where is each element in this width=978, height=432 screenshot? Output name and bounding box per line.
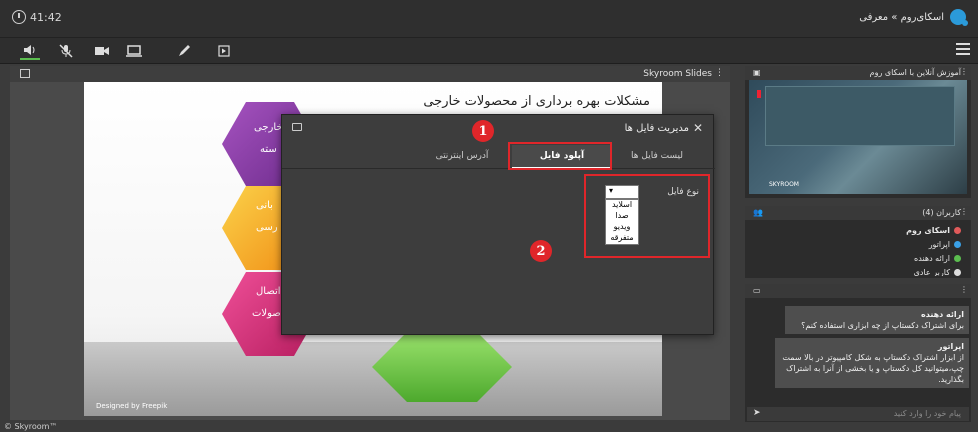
user-item[interactable]: کاربر عادی [914, 268, 961, 276]
send-icon[interactable]: ➤ [753, 408, 761, 418]
video-watermark: SKYROOM [769, 181, 799, 188]
users-icon: 👥 [753, 208, 763, 217]
fullscreen-icon[interactable] [20, 69, 30, 78]
speaker-icon[interactable] [20, 42, 40, 60]
slide-floor [84, 342, 662, 416]
message-sender: ارائه دهنده [921, 310, 964, 319]
session-timer: 41:42 [12, 10, 62, 24]
users-panel: 👥 کاربران (4) ⋮ اسکای روم اپراتور ارائه … [745, 206, 971, 278]
dialog-title: مدیریت فایل ها [624, 123, 689, 134]
hamburger-menu-icon[interactable] [956, 43, 970, 55]
hex-label: خارجی [254, 122, 283, 133]
chat-panel-header: ▭ ⋮ [745, 284, 971, 298]
chat-message: اپراتور از ابزار اشتراک دکستاپ به شکل کا… [775, 338, 969, 388]
tab-file-list[interactable]: لیست فایل ها [612, 145, 702, 169]
user-item[interactable]: ارائه دهنده [914, 254, 961, 263]
slide-footer: Designed by Freepik [96, 402, 168, 410]
video-board [765, 86, 955, 146]
clock-icon [12, 10, 26, 24]
media-icon[interactable] [214, 42, 234, 60]
video-panel: ▣ آموزش آنلاین با اسکای روم ⋮ SKYROOM [745, 66, 971, 198]
tab-internet-address[interactable]: آدرس اینترنتی [417, 145, 507, 169]
copyright: © Skyroom™ [4, 422, 58, 431]
hex-label: بانی [256, 200, 273, 211]
hex-label: اتصال [256, 286, 281, 297]
step-badge-2: 2 [530, 240, 552, 262]
chat-input[interactable]: ➤ پیام خود را وارد کنید [747, 407, 969, 421]
user-item[interactable]: اپراتور [929, 240, 961, 249]
pen-icon[interactable] [174, 42, 194, 60]
video-panel-header: ▣ آموزش آنلاین با اسکای روم ⋮ [745, 66, 971, 80]
user-icon [954, 241, 961, 248]
user-icon [954, 268, 961, 276]
user-icon [954, 255, 961, 262]
hex-label: سته [260, 144, 277, 155]
chat-message: ارائه دهنده برای اشتراک دکستاپ از چه ابز… [785, 306, 969, 334]
slides-panel-title: Skyroom Slides [643, 69, 712, 79]
close-icon[interactable]: ✕ [693, 121, 703, 135]
panel-menu-icon[interactable]: ⋮ [960, 285, 968, 294]
user-item[interactable]: اسکای روم [906, 226, 961, 235]
room-title: اسکای‌روم » معرفی [859, 9, 968, 26]
room-name: اسکای‌روم » معرفی [859, 11, 944, 23]
video-icon: ▣ [753, 68, 761, 77]
hex-label: رسی [256, 222, 278, 233]
user-name: اپراتور [928, 240, 950, 249]
toolbar [0, 38, 978, 64]
recording-indicator [757, 90, 761, 98]
panel-menu-icon[interactable]: ⋮ [960, 67, 968, 76]
highlight-file-type [584, 174, 710, 258]
slides-panel-header: Skyroom Slides ⋮ [10, 66, 730, 82]
session-time: 41:42 [30, 10, 62, 24]
message-text: از ابزار اشتراک دکستاپ به شکل کامپیوتر د… [782, 353, 964, 384]
highlight-upload-tab [508, 142, 612, 170]
user-name: ارائه دهنده [914, 254, 950, 263]
skyroom-logo-icon [950, 9, 968, 26]
slide-title: مشکلات بهره برداری از محصولات خارجی [423, 94, 650, 109]
users-panel-title: کاربران (4) [922, 208, 961, 217]
user-icon [954, 227, 961, 234]
panel-menu-icon[interactable]: ⋮ [960, 207, 968, 216]
message-sender: اپراتور [937, 342, 964, 351]
screen-share-icon[interactable] [124, 42, 144, 60]
folder-icon [292, 123, 302, 131]
chat-icon: ▭ [753, 286, 761, 295]
microphone-muted-icon[interactable] [56, 42, 76, 60]
message-text: برای اشتراک دکستاپ از چه ابزاری استفاده … [801, 321, 964, 330]
chat-placeholder: پیام خود را وارد کنید [893, 409, 961, 418]
camera-icon[interactable] [92, 42, 112, 60]
video-stream[interactable]: SKYROOM [749, 80, 967, 194]
user-name: اسکای روم [906, 226, 950, 235]
panel-menu-icon[interactable]: ⋮ [715, 68, 724, 78]
chat-panel: ▭ ⋮ ارائه دهنده برای اشتراک دکستاپ از چه… [745, 284, 971, 422]
step-badge-1: 1 [472, 120, 494, 142]
users-panel-header: 👥 کاربران (4) ⋮ [745, 206, 971, 220]
top-bar: 41:42 اسکای‌روم » معرفی [0, 0, 978, 38]
hex-label: صولات [252, 308, 281, 319]
user-name: کاربر عادی [913, 268, 950, 276]
dialog-tabs: لیست فایل ها آپلود فایل آدرس اینترنتی [282, 145, 715, 169]
video-panel-title: آموزش آنلاین با اسکای روم [869, 68, 961, 77]
app-window: 41:42 اسکای‌روم » معرفی Sky [0, 0, 978, 432]
